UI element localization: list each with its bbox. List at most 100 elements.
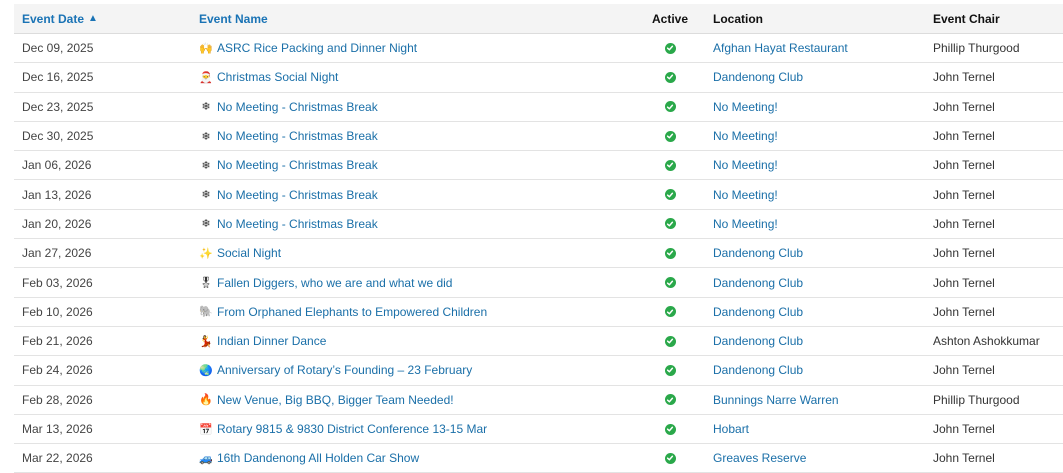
location-link[interactable]: Dandenong Club bbox=[713, 363, 803, 377]
table-row: Feb 10, 2026 🐘 From Orphaned Elephants t… bbox=[14, 298, 1063, 327]
event-chair: Phillip Thurgood bbox=[933, 392, 1020, 407]
table-row: Dec 09, 2025 🙌 ASRC Rice Packing and Din… bbox=[14, 34, 1063, 64]
event-date: Feb 21, 2026 bbox=[22, 334, 93, 349]
event-chair: John Ternel bbox=[933, 216, 995, 231]
event-chair: John Ternel bbox=[933, 363, 995, 378]
event-chair: John Ternel bbox=[933, 451, 995, 466]
active-check-icon bbox=[664, 364, 676, 376]
event-chair: Ashton Ashokkumar bbox=[933, 334, 1040, 349]
event-chair: John Ternel bbox=[933, 187, 995, 202]
location-link[interactable]: Dandenong Club bbox=[713, 305, 803, 319]
event-date: Dec 30, 2025 bbox=[22, 129, 94, 144]
event-chair: Phillip Thurgood bbox=[933, 41, 1020, 56]
column-header-event-name[interactable]: Event Name bbox=[199, 4, 268, 33]
column-header-active: Active bbox=[651, 11, 689, 26]
column-header-event-chair: Event Chair bbox=[933, 11, 1000, 26]
globe-icon: 🌏 bbox=[199, 364, 213, 377]
event-chair: John Ternel bbox=[933, 275, 995, 290]
table-header: Event Date ▲ Event Name Active Location … bbox=[14, 4, 1063, 34]
event-name-link[interactable]: Social Night bbox=[217, 246, 281, 260]
event-chair: John Ternel bbox=[933, 158, 995, 173]
medal-icon: 🎖 bbox=[199, 277, 213, 290]
event-date: Mar 13, 2026 bbox=[22, 422, 93, 436]
location-link[interactable]: Dandenong Club bbox=[713, 276, 803, 290]
event-name-link[interactable]: No Meeting - Christmas Break bbox=[217, 100, 378, 114]
event-name-link[interactable]: ASRC Rice Packing and Dinner Night bbox=[217, 41, 417, 55]
event-date: Feb 28, 2026 bbox=[22, 392, 93, 407]
event-name-link[interactable]: Rotary 9815 & 9830 District Conference 1… bbox=[217, 422, 487, 436]
event-name-link[interactable]: Anniversary of Rotary’s Founding – 23 Fe… bbox=[217, 363, 472, 377]
table-row: Feb 24, 2026 🌏 Anniversary of Rotary’s F… bbox=[14, 356, 1063, 386]
event-chair: John Ternel bbox=[933, 129, 995, 144]
elephant-icon: 🐘 bbox=[199, 306, 213, 319]
event-date: Jan 13, 2026 bbox=[22, 187, 92, 202]
location-link[interactable]: No Meeting! bbox=[713, 100, 778, 114]
snowflake-icon: ❄ bbox=[201, 189, 211, 202]
location-link[interactable]: No Meeting! bbox=[713, 129, 778, 143]
table-row: Dec 30, 2025 ❄ No Meeting - Christmas Br… bbox=[14, 122, 1063, 152]
event-date-header-label: Event Date bbox=[22, 11, 85, 26]
active-check-icon bbox=[664, 306, 676, 318]
table-body: Dec 09, 2025 🙌 ASRC Rice Packing and Din… bbox=[14, 34, 1063, 473]
event-chair: John Ternel bbox=[933, 99, 995, 114]
table-row: Jan 27, 2026 ✨ Social Night Dandenong Cl… bbox=[14, 239, 1063, 269]
location-link[interactable]: Afghan Hayat Restaurant bbox=[713, 41, 848, 55]
active-check-icon bbox=[664, 452, 676, 464]
location-link[interactable]: Dandenong Club bbox=[713, 246, 803, 260]
event-name-link[interactable]: 16th Dandenong All Holden Car Show bbox=[217, 451, 419, 465]
active-check-icon bbox=[664, 71, 676, 83]
event-date: Mar 22, 2026 bbox=[22, 451, 93, 466]
event-date: Feb 03, 2026 bbox=[22, 275, 93, 290]
active-check-icon bbox=[664, 394, 676, 406]
event-name-link[interactable]: No Meeting - Christmas Break bbox=[217, 217, 378, 231]
event-date: Jan 06, 2026 bbox=[22, 158, 92, 173]
location-link[interactable]: No Meeting! bbox=[713, 217, 778, 231]
active-check-icon bbox=[664, 335, 676, 347]
table-row: Jan 13, 2026 ❄ No Meeting - Christmas Br… bbox=[14, 180, 1063, 210]
raising-hands-icon: 🙌 bbox=[199, 42, 213, 55]
event-name-link[interactable]: Indian Dinner Dance bbox=[217, 334, 326, 348]
table-row: Dec 23, 2025 ❄ No Meeting - Christmas Br… bbox=[14, 93, 1063, 122]
event-name-link[interactable]: No Meeting - Christmas Break bbox=[217, 129, 378, 143]
active-check-icon bbox=[664, 218, 676, 230]
column-header-location: Location bbox=[713, 11, 763, 26]
sort-ascending-icon: ▲ bbox=[88, 13, 98, 24]
active-check-icon bbox=[664, 247, 676, 259]
active-check-icon bbox=[664, 42, 676, 54]
event-chair: John Ternel bbox=[933, 304, 995, 319]
active-check-icon bbox=[664, 101, 676, 113]
location-link[interactable]: No Meeting! bbox=[713, 158, 778, 172]
event-name-link[interactable]: Christmas Social Night bbox=[217, 70, 338, 84]
location-link[interactable]: Hobart bbox=[713, 422, 749, 436]
column-header-event-date[interactable]: Event Date ▲ bbox=[22, 4, 98, 33]
event-date: Jan 20, 2026 bbox=[22, 216, 92, 231]
event-chair: John Ternel bbox=[933, 70, 995, 85]
location-link[interactable]: Dandenong Club bbox=[713, 334, 803, 348]
active-check-icon bbox=[664, 189, 676, 201]
event-name-link[interactable]: New Venue, Big BBQ, Bigger Team Needed! bbox=[217, 393, 454, 407]
location-link[interactable]: Dandenong Club bbox=[713, 70, 803, 84]
table-row: Jan 20, 2026 ❄ No Meeting - Christmas Br… bbox=[14, 210, 1063, 240]
location-link[interactable]: No Meeting! bbox=[713, 188, 778, 202]
table-row: Feb 03, 2026 🎖 Fallen Diggers, who we ar… bbox=[14, 268, 1063, 298]
snowflake-icon: ❄ bbox=[201, 101, 211, 114]
event-name-link[interactable]: No Meeting - Christmas Break bbox=[217, 188, 378, 202]
snowflake-icon: ❄ bbox=[201, 159, 211, 172]
event-date: Dec 16, 2025 bbox=[22, 70, 94, 85]
table-row: Mar 22, 2026 🚙 16th Dandenong All Holden… bbox=[14, 444, 1063, 473]
event-name-link[interactable]: From Orphaned Elephants to Empowered Chi… bbox=[217, 305, 487, 319]
active-check-icon bbox=[664, 277, 676, 289]
snowflake-icon: ❄ bbox=[201, 130, 211, 143]
event-name-link[interactable]: Fallen Diggers, who we are and what we d… bbox=[217, 276, 452, 290]
location-link[interactable]: Greaves Reserve bbox=[713, 451, 806, 465]
location-link[interactable]: Bunnings Narre Warren bbox=[713, 393, 839, 407]
event-date: Jan 27, 2026 bbox=[22, 246, 92, 261]
dancer-icon: 💃 bbox=[199, 335, 213, 348]
event-name-link[interactable]: No Meeting - Christmas Break bbox=[217, 158, 378, 172]
calendar-icon: 📅 bbox=[199, 423, 213, 436]
table-row: Feb 21, 2026 💃 Indian Dinner Dance Dande… bbox=[14, 327, 1063, 357]
table-row: Mar 13, 2026 📅 Rotary 9815 & 9830 Distri… bbox=[14, 415, 1063, 445]
table-row: Jan 06, 2026 ❄ No Meeting - Christmas Br… bbox=[14, 151, 1063, 181]
table-row: Dec 16, 2025 🎅 Christmas Social Night Da… bbox=[14, 63, 1063, 93]
event-date: Feb 10, 2026 bbox=[22, 304, 93, 319]
